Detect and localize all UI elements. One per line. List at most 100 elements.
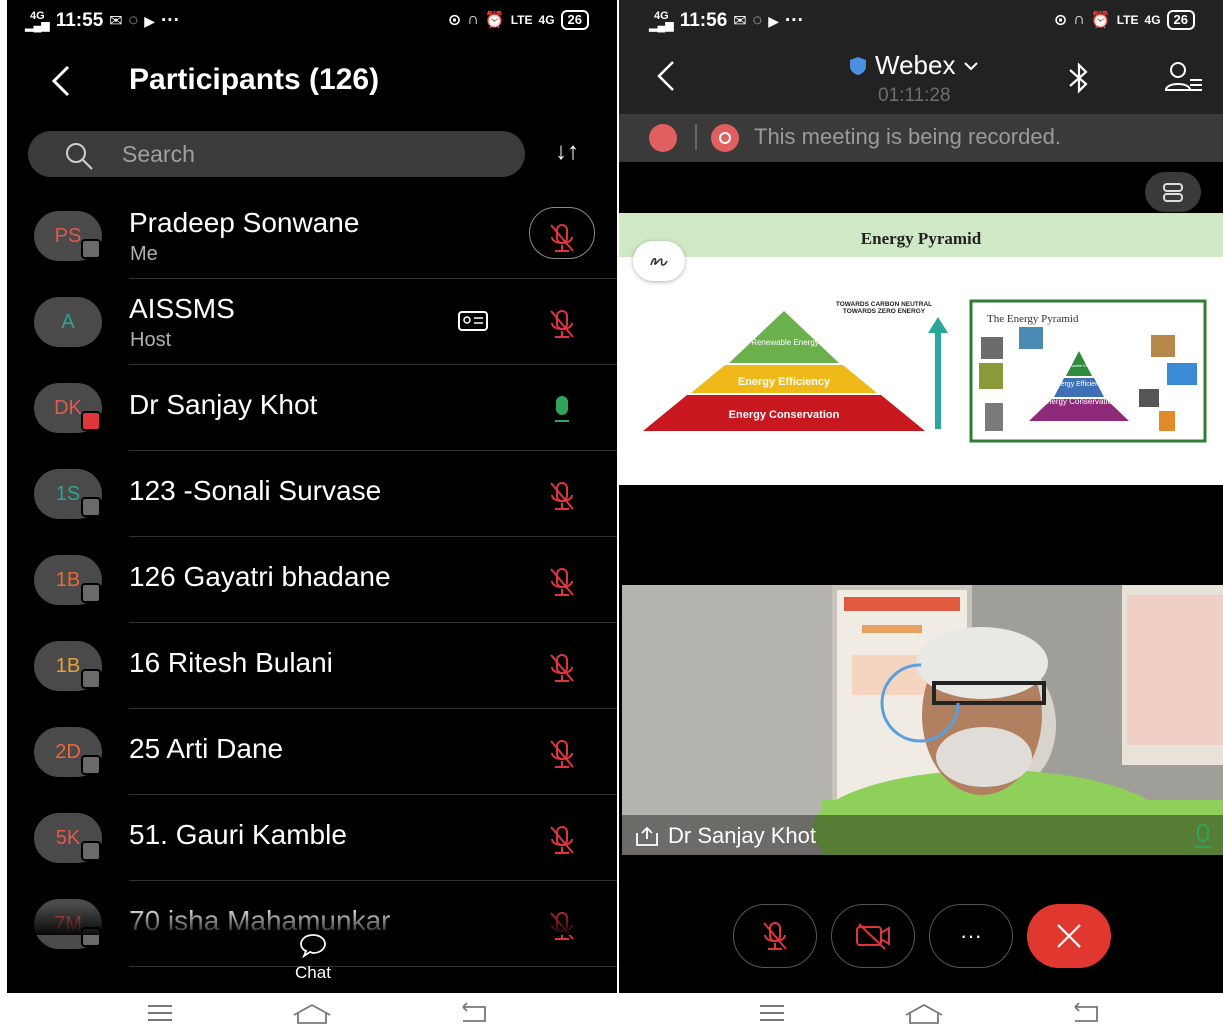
active-mic-icon bbox=[1195, 824, 1211, 848]
tier-label-conservation: Energy Conservation bbox=[729, 409, 840, 421]
device-badge-icon bbox=[81, 497, 101, 517]
more-options-button[interactable]: ··· bbox=[929, 904, 1013, 968]
participant-role: Me bbox=[130, 243, 158, 265]
mic-muted-icon[interactable] bbox=[545, 307, 579, 341]
device-badge-icon bbox=[81, 239, 101, 259]
whatsapp-icon: ◌ bbox=[752, 12, 763, 29]
headphones-icon: ∩ bbox=[467, 11, 479, 28]
avatar-initials: DK bbox=[54, 396, 82, 419]
back-arrow-icon[interactable] bbox=[42, 61, 82, 101]
menu-icon[interactable] bbox=[140, 999, 180, 1027]
speaker-video[interactable]: Dr Sanjay Khot bbox=[622, 585, 1223, 855]
speaker-name-label: Dr Sanjay Khot bbox=[634, 823, 816, 849]
home-icon[interactable] bbox=[904, 999, 944, 1027]
location-icon: ⊙ bbox=[447, 12, 462, 29]
alarm-icon: ⏰ bbox=[1090, 12, 1111, 29]
inset-clipart bbox=[1151, 335, 1175, 357]
mic-muted-icon[interactable] bbox=[545, 221, 579, 255]
tier-label-efficiency: Energy Efficiency bbox=[738, 376, 831, 388]
back-nav-icon[interactable] bbox=[1065, 999, 1105, 1027]
layout-toggle-button[interactable] bbox=[1145, 172, 1201, 212]
inset-title: The Energy Pyramid bbox=[987, 313, 1079, 325]
mic-active-icon[interactable] bbox=[545, 393, 579, 427]
mic-muted-icon[interactable] bbox=[545, 479, 579, 513]
youtube-icon: ▶ bbox=[768, 12, 779, 29]
participant-row[interactable]: 5K 51. Gauri Kamble bbox=[7, 795, 617, 881]
mic-muted-icon[interactable] bbox=[545, 737, 579, 771]
more-dots-icon: ··· bbox=[160, 10, 180, 31]
signal-icon: 4G ▂▄▆ bbox=[25, 10, 50, 32]
more-dots-icon: ··· bbox=[960, 923, 982, 948]
inset-clipart bbox=[985, 403, 1003, 431]
participant-row[interactable]: 1B 126 Gayatri bhadane bbox=[7, 537, 617, 623]
mail-icon: ✉ bbox=[109, 13, 123, 30]
network-type: 4G bbox=[538, 13, 555, 27]
volte-icon: LTE bbox=[1116, 13, 1139, 27]
participant-row[interactable]: A AISSMS Host bbox=[7, 279, 617, 365]
device-badge-icon bbox=[81, 669, 101, 689]
avatar-initials: PS bbox=[54, 224, 82, 247]
mute-button[interactable] bbox=[733, 904, 817, 968]
bluetooth-icon[interactable] bbox=[1066, 60, 1092, 96]
speaker-video-frame bbox=[622, 585, 1223, 855]
end-call-button[interactable] bbox=[1027, 904, 1111, 968]
participant-row[interactable]: DK Dr Sanjay Khot bbox=[7, 365, 617, 451]
avatar: A bbox=[34, 297, 102, 347]
participant-row[interactable]: PS Pradeep Sonwane Me bbox=[7, 193, 617, 279]
inset-clipart bbox=[1159, 411, 1175, 431]
participant-row[interactable]: 2D 25 Arti Dane bbox=[7, 709, 617, 795]
meeting-screen: 4G ▂▄▆ 11:56 ✉ ◌ ▶ ··· ⊙ ∩ ⏰ LTE 4G 26 We… bbox=[619, 0, 1223, 1032]
avatar-initials: 1B bbox=[55, 568, 81, 591]
volte-icon: LTE bbox=[510, 13, 533, 27]
shared-slide: Energy Pyramid Energy Conservation Energ… bbox=[619, 213, 1223, 485]
mail-icon: ✉ bbox=[733, 13, 747, 30]
participant-name: Pradeep Sonwane bbox=[129, 207, 360, 238]
search-icon bbox=[66, 143, 93, 170]
participant-role: Host bbox=[130, 329, 172, 351]
meeting-title-button[interactable]: Webex bbox=[849, 50, 979, 81]
search-input[interactable] bbox=[122, 139, 502, 169]
participant-row[interactable]: 1S 123 -Sonali Survase bbox=[7, 451, 617, 537]
video-off-icon bbox=[856, 923, 890, 950]
participant-name: 123 -Sonali Survase bbox=[129, 475, 382, 506]
avatar-initials: A bbox=[61, 310, 75, 333]
more-dots-icon: ··· bbox=[784, 10, 804, 31]
menu-icon[interactable] bbox=[752, 999, 792, 1027]
energy-pyramid-figure: Energy Conservation Energy Efficiency Re… bbox=[643, 299, 1207, 443]
network-type: 4G bbox=[1144, 13, 1161, 27]
inset-clipart bbox=[981, 337, 1003, 359]
recording-banner: This meeting is being recorded. bbox=[619, 114, 1223, 162]
participant-name: 126 Gayatri bhadane bbox=[129, 561, 391, 592]
video-button[interactable] bbox=[831, 904, 915, 968]
search-bar[interactable] bbox=[28, 131, 525, 177]
participant-name: 51. Gauri Kamble bbox=[129, 819, 347, 850]
device-badge-icon bbox=[81, 841, 101, 861]
pyramid-tier-renewable bbox=[729, 311, 839, 363]
share-icon bbox=[636, 826, 658, 846]
back-arrow-icon[interactable] bbox=[651, 56, 681, 96]
inset-clipart bbox=[1019, 327, 1043, 349]
status-bar: 4G ▂▄▆ 11:55 ✉ ◌ ▶ ··· ⊙ ∩ ⏰ LTE 4G 26 bbox=[7, 0, 617, 42]
participant-row[interactable]: 1B 16 Ritesh Bulani bbox=[7, 623, 617, 709]
participant-name: Dr Sanjay Khot bbox=[129, 389, 318, 420]
avatar-initials: 2D bbox=[55, 740, 81, 763]
inset-label-energy: Energy Conservation bbox=[1042, 397, 1117, 406]
participants-icon[interactable] bbox=[1164, 58, 1204, 98]
inset-label-efficiency: Energy Efficiency bbox=[1052, 381, 1106, 388]
participant-list: PS Pradeep Sonwane Me A AISSMS Host DK Dr Sanja… bbox=[7, 193, 617, 967]
avatar-initials: 1S bbox=[55, 482, 81, 505]
mic-muted-icon[interactable] bbox=[545, 651, 579, 685]
recording-text: This meeting is being recorded. bbox=[754, 124, 1061, 149]
meeting-header: Webex 01:11:28 bbox=[619, 42, 1223, 114]
avatar-initials: 1B bbox=[55, 654, 81, 677]
signal-icon: 4G ▂▄▆ bbox=[649, 10, 674, 32]
sort-arrows-icon[interactable]: ↓↑ bbox=[555, 138, 579, 166]
mic-muted-icon[interactable] bbox=[545, 823, 579, 857]
chat-button[interactable]: Chat bbox=[285, 932, 341, 988]
home-icon[interactable] bbox=[292, 999, 332, 1027]
meeting-timer: 01:11:28 bbox=[878, 85, 951, 106]
mic-muted-icon[interactable] bbox=[545, 565, 579, 599]
back-nav-icon[interactable] bbox=[453, 999, 493, 1027]
battery-icon: 26 bbox=[560, 10, 589, 30]
mic-muted-icon bbox=[763, 922, 787, 950]
